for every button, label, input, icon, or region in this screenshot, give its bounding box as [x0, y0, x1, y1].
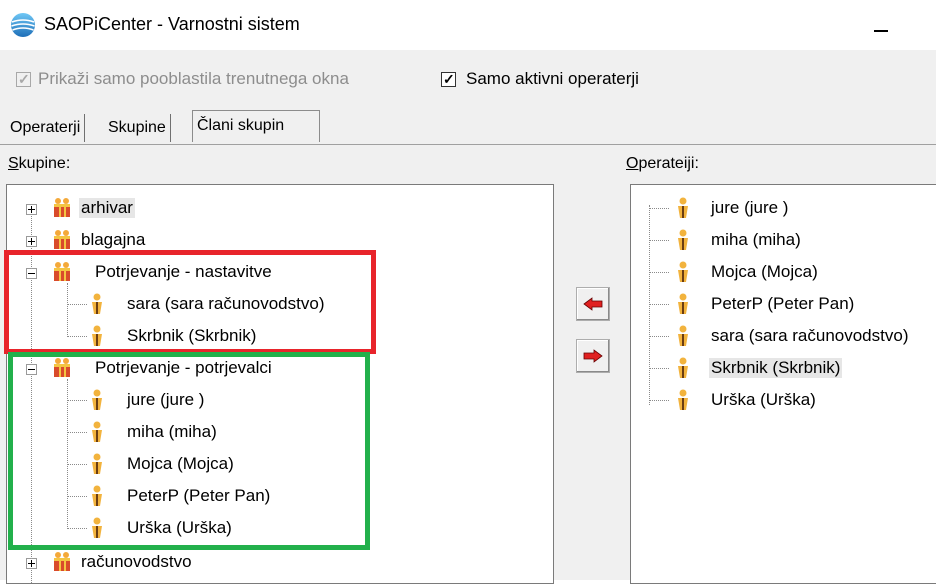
- green-annotation-box: [8, 352, 370, 550]
- tree-line: [649, 400, 669, 401]
- operator-item[interactable]: PeterP (Peter Pan): [631, 289, 936, 319]
- tree-line: [649, 368, 669, 369]
- operator-label: sara (sara računovodstvo): [711, 326, 909, 345]
- user-icon: [678, 197, 688, 218]
- operators-list[interactable]: jure (jure ) miha (miha) Mojca (Mojca) P…: [630, 184, 936, 584]
- operator-label: Skrbnik (Skrbnik): [709, 358, 843, 378]
- user-icon: [678, 293, 688, 314]
- tree-node-group[interactable]: računovodstvo: [7, 547, 547, 577]
- tab-operaterji[interactable]: Operaterji: [6, 114, 86, 142]
- tree-line: [649, 304, 669, 305]
- only-active-operators-checkbox[interactable]: ✓: [441, 71, 456, 87]
- group-icon: [54, 198, 70, 217]
- check-icon: ✓: [18, 71, 30, 87]
- user-icon: [678, 261, 688, 282]
- user-icon: [678, 389, 688, 410]
- show-current-window-checkbox[interactable]: ✓: [16, 71, 31, 87]
- operator-item[interactable]: jure (jure ): [631, 193, 936, 223]
- operator-item-selected[interactable]: Skrbnik (Skrbnik): [631, 353, 936, 383]
- expand-icon[interactable]: [26, 236, 37, 247]
- operator-item[interactable]: miha (miha): [631, 225, 936, 255]
- tab-clani-skupin[interactable]: Člani skupin: [192, 110, 320, 142]
- tree-node-group[interactable]: arhivar: [7, 193, 547, 223]
- user-icon: [678, 229, 688, 250]
- arrow-left-red-icon: [583, 297, 603, 311]
- add-to-group-button[interactable]: [576, 287, 610, 321]
- operator-label: miha (miha): [711, 230, 801, 249]
- group-label: arhivar: [79, 198, 135, 218]
- group-label: blagajna: [81, 230, 146, 249]
- minimize-icon[interactable]: [868, 10, 908, 40]
- arrow-right-red-icon: [583, 349, 603, 363]
- check-icon: ✓: [443, 71, 455, 87]
- group-icon: [54, 230, 70, 249]
- operator-item[interactable]: Mojca (Mojca): [631, 257, 936, 287]
- operator-item[interactable]: Urška (Urška): [631, 385, 936, 415]
- red-annotation-box: [4, 250, 376, 354]
- groups-label: Skupine:: [8, 155, 71, 172]
- expand-icon[interactable]: [26, 204, 37, 215]
- tab-skupine[interactable]: Skupine: [104, 114, 171, 142]
- expand-icon[interactable]: [26, 558, 37, 569]
- operator-item[interactable]: sara (sara računovodstvo): [631, 321, 936, 351]
- show-current-window-label: Prikaži samo pooblastila trenutnega okna: [38, 69, 349, 88]
- tree-line: [649, 208, 669, 209]
- operator-label: Urška (Urška): [711, 390, 816, 409]
- tree-line: [649, 240, 669, 241]
- operator-label: jure (jure ): [711, 198, 789, 217]
- only-active-operators-label: Samo aktivni operaterji: [466, 69, 639, 88]
- window-title: SAOPiCenter - Varnostni sistem: [44, 14, 300, 34]
- saop-globe-icon: [11, 13, 35, 37]
- user-icon: [678, 357, 688, 378]
- remove-from-group-button[interactable]: [576, 339, 610, 373]
- group-icon: [54, 552, 70, 571]
- operator-label: PeterP (Peter Pan): [711, 294, 855, 313]
- operator-label: Mojca (Mojca): [711, 262, 818, 281]
- title-bar: SAOPiCenter - Varnostni sistem: [0, 0, 936, 50]
- tree-line: [649, 272, 669, 273]
- user-icon: [678, 325, 688, 346]
- tree-line: [649, 336, 669, 337]
- tab-divider: [0, 144, 936, 145]
- group-label: računovodstvo: [81, 552, 192, 571]
- operators-label: Operateiji:: [626, 155, 699, 172]
